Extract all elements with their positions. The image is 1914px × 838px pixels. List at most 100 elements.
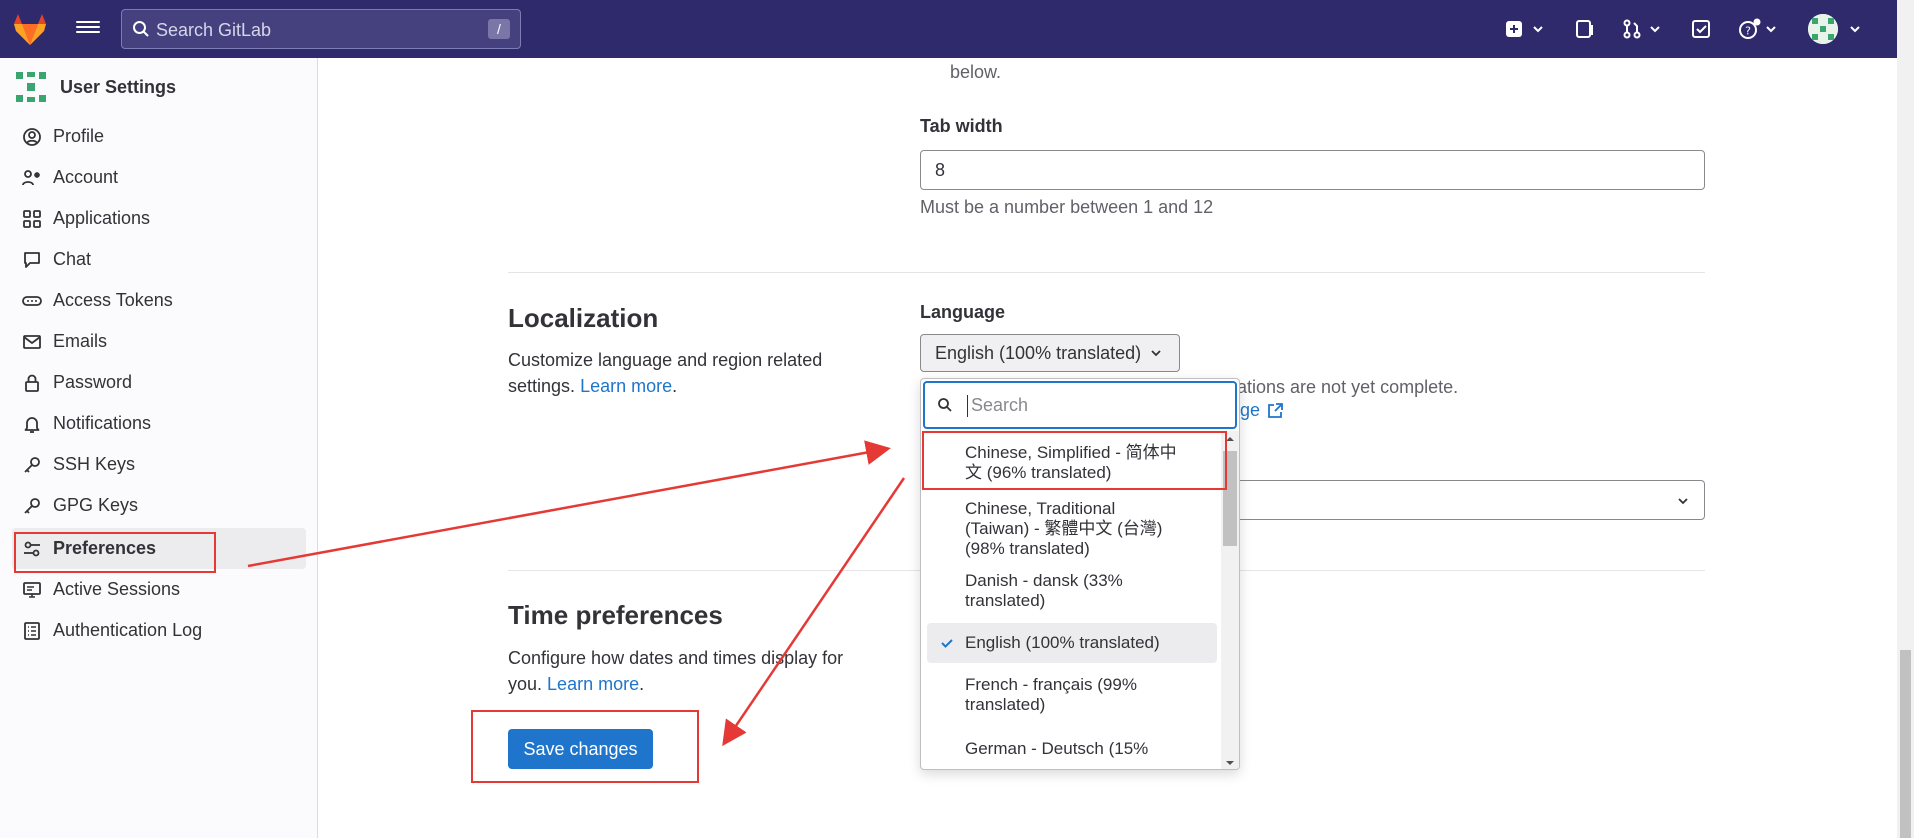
profile-icon bbox=[21, 126, 43, 148]
text-caret bbox=[967, 395, 968, 417]
issues-button[interactable] bbox=[1575, 16, 1595, 42]
chevron-down-icon bbox=[1678, 498, 1688, 505]
search-icon bbox=[938, 398, 952, 412]
sidebar-item-label: Account bbox=[53, 167, 119, 187]
key-icon bbox=[21, 495, 43, 517]
time-learn-more-link[interactable]: Learn more bbox=[547, 674, 639, 694]
hamburger-menu-icon[interactable] bbox=[76, 18, 100, 40]
tab-width-value: 8 bbox=[935, 160, 946, 180]
chevron-down-icon bbox=[1650, 26, 1660, 33]
search-icon bbox=[133, 21, 149, 37]
tab-width-input[interactable]: 8 bbox=[920, 150, 1705, 190]
annotation-arrow-to-chinese bbox=[247, 440, 891, 568]
sidebar-item-chat[interactable]: Chat bbox=[12, 239, 306, 280]
help-dropdown[interactable]: ? bbox=[1738, 16, 1778, 42]
sidebar-item-account[interactable]: Account bbox=[12, 157, 306, 198]
scroll-down-arrow-icon bbox=[1226, 761, 1234, 765]
gitlab-logo-icon[interactable] bbox=[12, 12, 48, 46]
localization-description: Customize language and region related se… bbox=[508, 350, 823, 396]
page-scroll-thumb[interactable] bbox=[1900, 650, 1911, 838]
sidebar-item-label: Applications bbox=[53, 208, 151, 228]
option-label-line: French - français (99% bbox=[965, 675, 1137, 694]
localization-learn-more-link[interactable]: Learn more bbox=[580, 376, 672, 396]
sidebar-item-label: Emails bbox=[53, 331, 108, 351]
issues-icon bbox=[1576, 20, 1593, 38]
plus-square-icon bbox=[1506, 21, 1522, 37]
option-english[interactable]: English (100% translated) bbox=[927, 623, 1217, 663]
sidebar-item-label: Password bbox=[53, 372, 133, 392]
option-french[interactable]: French - français (99% translated) bbox=[927, 675, 1217, 717]
dropdown-search-placeholder: Search bbox=[971, 395, 1029, 415]
dropdown-search-input[interactable]: Search bbox=[923, 381, 1237, 429]
section-divider bbox=[508, 272, 1705, 273]
help-icon: ? bbox=[1739, 18, 1761, 39]
sidebar-item-ssh-keys[interactable]: SSH Keys bbox=[12, 444, 306, 485]
annotation-box-chinese-simplified bbox=[922, 431, 1227, 490]
language-select-button[interactable]: English (100% translated) bbox=[920, 334, 1180, 372]
monitor-icon bbox=[21, 579, 43, 601]
avatar-chevron-down-icon[interactable] bbox=[1848, 16, 1862, 42]
annotation-box-save-changes bbox=[471, 710, 699, 783]
search-placeholder: Search GitLab bbox=[156, 20, 272, 40]
sidebar-item-password[interactable]: Password bbox=[12, 362, 306, 403]
page-scrollbar[interactable] bbox=[1897, 0, 1914, 838]
chevron-down-icon bbox=[1151, 350, 1161, 357]
sidebar-item-access-tokens[interactable]: Access Tokens bbox=[12, 280, 306, 321]
annotation-arrow-to-save bbox=[722, 477, 906, 747]
sidebar-item-label: Chat bbox=[53, 249, 92, 269]
sidebar-item-label: Access Tokens bbox=[53, 290, 173, 310]
todos-button[interactable] bbox=[1691, 16, 1711, 42]
merge-requests-dropdown[interactable] bbox=[1622, 16, 1662, 42]
user-avatar[interactable] bbox=[1808, 14, 1838, 44]
language-help-link[interactable]: ge bbox=[1240, 400, 1284, 421]
svg-text:?: ? bbox=[1745, 25, 1751, 38]
sidebar-item-emails[interactable]: Emails bbox=[12, 321, 306, 362]
sidebar-item-profile[interactable]: Profile bbox=[12, 116, 306, 157]
option-label-line: Chinese, Traditional bbox=[965, 499, 1116, 518]
sidebar-item-label: Authentication Log bbox=[53, 620, 203, 640]
annotation-box-preferences bbox=[14, 532, 216, 573]
tab-width-help: Must be a number between 1 and 12 bbox=[920, 197, 1214, 217]
account-icon bbox=[21, 167, 43, 189]
external-link-icon bbox=[1268, 402, 1283, 418]
sidebar-item-active-sessions[interactable]: Active Sessions bbox=[12, 569, 306, 610]
sidebar-item-label: Profile bbox=[53, 126, 105, 146]
sidebar-header[interactable]: User Settings bbox=[12, 68, 176, 106]
sidebar-item-label: Active Sessions bbox=[53, 579, 181, 599]
log-icon bbox=[21, 620, 43, 642]
settings-sidebar: User Settings Profile Account Applicatio… bbox=[0, 58, 318, 838]
sidebar-item-label: SSH Keys bbox=[53, 454, 136, 474]
mail-icon bbox=[21, 331, 43, 353]
sidebar-item-notifications[interactable]: Notifications bbox=[12, 403, 306, 444]
token-icon bbox=[21, 290, 43, 312]
top-navbar: Search GitLab / ? bbox=[0, 0, 1897, 58]
key-icon bbox=[21, 454, 43, 476]
sidebar-item-authentication-log[interactable]: Authentication Log bbox=[12, 610, 306, 651]
bell-icon bbox=[21, 413, 43, 435]
option-label-line: (98% translated) bbox=[965, 539, 1090, 558]
sidebar-item-applications[interactable]: Applications bbox=[12, 198, 306, 239]
sidebar-item-label: Notifications bbox=[53, 413, 152, 433]
lock-icon bbox=[21, 372, 43, 394]
search-shortcut-badge: / bbox=[488, 19, 510, 39]
sidebar-item-label: GPG Keys bbox=[53, 495, 139, 515]
language-label: Language bbox=[920, 302, 1006, 322]
sidebar-item-gpg-keys[interactable]: GPG Keys bbox=[12, 485, 306, 526]
localization-heading: Localization bbox=[508, 303, 659, 333]
language-selected-value: English (100% translated) bbox=[935, 342, 1142, 363]
option-german[interactable]: German - Deutsch (15% bbox=[927, 739, 1217, 769]
option-danish[interactable]: Danish - dansk (33% translated) bbox=[927, 571, 1217, 613]
new-item-dropdown[interactable] bbox=[1505, 16, 1545, 42]
option-chinese-traditional[interactable]: Chinese, Traditional (Taiwan) - 繁體中文 (台灣… bbox=[927, 499, 1217, 561]
sidebar-title: User Settings bbox=[60, 76, 177, 97]
option-label-line: German - Deutsch (15% bbox=[965, 739, 1149, 758]
search-input[interactable]: Search GitLab / bbox=[121, 9, 521, 49]
time-preferences-description: Configure how dates and times display fo… bbox=[508, 648, 844, 694]
todo-check-icon bbox=[1692, 20, 1710, 38]
applications-icon bbox=[21, 208, 43, 230]
user-settings-avatar-icon bbox=[12, 68, 50, 106]
chevron-down-icon bbox=[1766, 26, 1776, 33]
check-icon bbox=[941, 639, 953, 648]
option-label-line: translated) bbox=[965, 591, 1046, 610]
option-label-line: translated) bbox=[965, 695, 1046, 714]
